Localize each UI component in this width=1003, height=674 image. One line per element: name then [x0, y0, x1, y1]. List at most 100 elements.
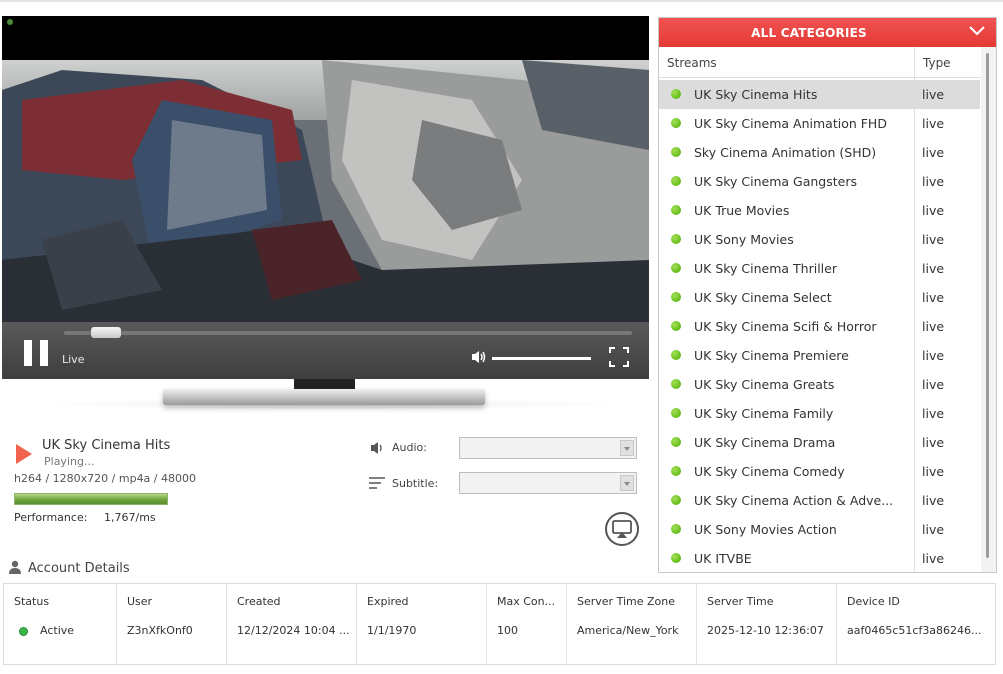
account-table: Status Active User Z3nXfkOnf0 Created 12… [3, 583, 996, 665]
account-col-created: Created 12/12/2024 10:04 ... [227, 584, 357, 664]
stream-status-dot-icon [671, 466, 681, 476]
stream-name: UK Sky Cinema Comedy [694, 464, 845, 479]
player-control-bar: Live [2, 322, 649, 379]
stream-row[interactable]: UK Sky Cinema Select live [659, 283, 980, 312]
stream-name: UK True Movies [694, 203, 790, 218]
stream-status-dot-icon [671, 553, 681, 563]
stream-type: live [922, 551, 945, 566]
user-icon [9, 560, 21, 574]
stream-status-dot-icon [671, 437, 681, 447]
stream-status-dot-icon [671, 495, 681, 505]
account-col-timezone: Server Time Zone America/New_York [567, 584, 697, 664]
stream-row[interactable]: UK Sony Movies Action live [659, 515, 980, 544]
stream-row[interactable]: UK Sky Cinema Gangsters live [659, 167, 980, 196]
stream-row[interactable]: UK Sky Cinema Thriller live [659, 254, 980, 283]
stream-row[interactable]: UK True Movies live [659, 196, 980, 225]
stream-row[interactable]: Sky Cinema Animation (SHD) live [659, 138, 980, 167]
codec-info: h264 / 1280x720 / mp4a / 48000 [14, 472, 196, 485]
stream-status-dot-icon [671, 408, 681, 418]
stream-name: UK Sky Cinema Family [694, 406, 834, 421]
video-frame[interactable] [2, 60, 649, 338]
player-indicator-dot [7, 19, 13, 25]
stream-name: UK Sky Cinema Drama [694, 435, 836, 450]
stream-row[interactable]: UK Sky Cinema Premiere live [659, 341, 980, 370]
stream-type: live [922, 232, 945, 247]
seek-bar[interactable] [64, 327, 632, 338]
stream-row[interactable]: UK Sky Cinema Scifi & Horror live [659, 312, 980, 341]
stream-name: UK Sony Movies Action [694, 522, 837, 537]
stream-status-dot-icon [671, 321, 681, 331]
stream-type: live [922, 319, 945, 334]
stream-status-dot-icon [671, 147, 681, 157]
stream-name: UK Sony Movies [694, 232, 794, 247]
account-col-device-id: Device ID aaf0465c51cf3a86246... [847, 595, 982, 637]
subtitle-icon [369, 477, 385, 489]
stream-name: UK Sky Cinema Thriller [694, 261, 837, 276]
category-dropdown-label: ALL CATEGORIES [751, 26, 867, 40]
chevron-down-icon [969, 26, 985, 36]
stream-name: UK ITVBE [694, 551, 752, 566]
stream-type: live [922, 145, 945, 160]
video-still-image [2, 60, 649, 338]
subtitle-select[interactable] [459, 472, 637, 494]
stream-row[interactable]: UK Sky Cinema Family live [659, 399, 980, 428]
stream-status-dot-icon [671, 89, 681, 99]
chevron-down-icon [620, 440, 634, 456]
stream-name: Sky Cinema Animation (SHD) [694, 145, 877, 160]
stream-type: live [922, 203, 945, 218]
stream-name: UK Sky Cinema Animation FHD [694, 116, 887, 131]
now-playing-title: UK Sky Cinema Hits [42, 438, 171, 453]
cast-button[interactable] [605, 512, 639, 546]
top-border [0, 0, 1003, 2]
stream-name: UK Sky Cinema Greats [694, 377, 835, 392]
account-col-user: User Z3nXfkOnf0 [117, 584, 227, 664]
column-header-type[interactable]: Type [915, 47, 981, 78]
stream-type: live [922, 522, 945, 537]
stream-row[interactable]: UK Sky Cinema Hits live [659, 80, 980, 109]
stream-row[interactable]: UK Sony Movies live [659, 225, 980, 254]
stream-type: live [922, 406, 945, 421]
audio-select[interactable] [459, 437, 637, 459]
seek-handle[interactable] [90, 327, 121, 338]
stream-type: live [922, 464, 945, 479]
live-label: Live [62, 353, 85, 366]
scrollbar-thumb[interactable] [986, 53, 989, 558]
stream-row[interactable]: UK Sky Cinema Comedy live [659, 457, 980, 486]
stream-status-dot-icon [671, 350, 681, 360]
stream-status-dot-icon [671, 234, 681, 244]
account-details-heading: Account Details [8, 560, 130, 578]
airplay-icon [612, 520, 632, 538]
performance-bar [14, 493, 168, 505]
video-player[interactable]: Live [2, 16, 649, 379]
column-header-streams[interactable]: Streams [659, 47, 915, 78]
stream-status-dot-icon [671, 263, 681, 273]
volume-icon[interactable] [471, 350, 487, 364]
stream-row[interactable]: UK ITVBE live [659, 544, 980, 572]
stream-status-dot-icon [671, 118, 681, 128]
performance-value: 1,767/ms [104, 511, 156, 524]
stream-status-dot-icon [671, 205, 681, 215]
stream-row[interactable]: UK Sky Cinema Drama live [659, 428, 980, 457]
category-dropdown[interactable]: ALL CATEGORIES [659, 18, 996, 47]
stream-row[interactable]: UK Sky Cinema Action & Adve... live [659, 486, 980, 515]
stream-status-dot-icon [671, 292, 681, 302]
play-indicator-icon [16, 444, 32, 464]
tv-stand-base [163, 389, 485, 405]
status-active-icon [19, 627, 28, 636]
stream-type: live [922, 116, 945, 131]
stream-list-scrollbar[interactable] [981, 47, 996, 572]
stream-name: UK Sky Cinema Hits [694, 87, 818, 102]
stream-name: UK Sky Cinema Gangsters [694, 174, 858, 189]
volume-slider[interactable] [492, 357, 591, 360]
stream-type: live [922, 290, 945, 305]
stream-row[interactable]: UK Sky Cinema Animation FHD live [659, 109, 980, 138]
fullscreen-icon[interactable] [609, 347, 629, 367]
stream-row[interactable]: UK Sky Cinema Greats live [659, 370, 980, 399]
stream-type: live [922, 174, 945, 189]
account-col-status: Status Active [4, 584, 117, 664]
chevron-down-icon [620, 475, 634, 491]
stream-name: UK Sky Cinema Premiere [694, 348, 849, 363]
stream-status-dot-icon [671, 524, 681, 534]
pause-button[interactable] [24, 340, 48, 366]
audio-label: Audio: [392, 441, 427, 454]
